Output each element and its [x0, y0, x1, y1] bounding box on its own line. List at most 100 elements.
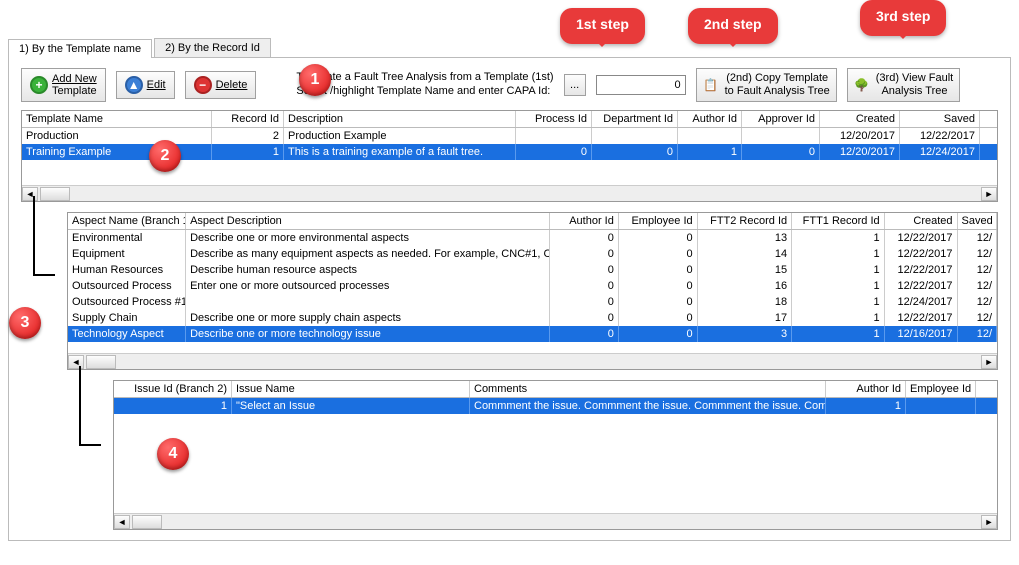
column-header[interactable]: Description: [284, 111, 516, 127]
table-cell: 0: [742, 144, 820, 160]
tab-by-record-id[interactable]: 2) By the Record Id: [154, 38, 271, 57]
table-cell: 12/22/2017: [885, 310, 958, 326]
table-cell: 1: [792, 230, 885, 246]
column-header[interactable]: Approver Id: [742, 111, 820, 127]
column-header[interactable]: Author Id: [678, 111, 742, 127]
table-cell: Environmental: [68, 230, 186, 246]
tree-connector-v1: [33, 196, 35, 276]
table-cell: 0: [550, 326, 619, 342]
table-cell: 12/22/2017: [885, 278, 958, 294]
table-row[interactable]: Outsourced ProcessEnter one or more outs…: [68, 278, 997, 294]
issues-grid[interactable]: Issue Id (Branch 2)Issue NameCommentsAut…: [113, 380, 998, 530]
table-cell: 1: [212, 144, 284, 160]
table-cell: 1: [826, 398, 906, 414]
view-fault-tree-button[interactable]: 🌳 (3rd) View Fault Analysis Tree: [847, 68, 960, 102]
table-cell: [678, 128, 742, 144]
table-row[interactable]: Supply ChainDescribe one or more supply …: [68, 310, 997, 326]
table-row[interactable]: EquipmentDescribe as many equipment aspe…: [68, 246, 997, 262]
edit-button-label: Edit: [147, 79, 166, 91]
table-cell: 1: [792, 294, 885, 310]
table-cell: 1: [792, 262, 885, 278]
tree-connector-v2: [79, 366, 81, 446]
table-cell: [906, 398, 976, 414]
table-cell: 0: [550, 294, 619, 310]
table-cell: 17: [698, 310, 793, 326]
column-header[interactable]: Created: [885, 213, 958, 229]
table-cell: Describe as many equipment aspects as ne…: [186, 246, 550, 262]
callout-step-3: 3rd step: [860, 0, 946, 36]
table-row[interactable]: EnvironmentalDescribe one or more enviro…: [68, 230, 997, 246]
add-new-template-button[interactable]: + Add New Template: [21, 68, 106, 102]
table-cell: 1: [792, 326, 885, 342]
delete-button-label: Delete: [216, 79, 248, 91]
table-cell: Commment the issue. Commment the issue. …: [470, 398, 826, 414]
browse-capa-button[interactable]: ...: [564, 74, 586, 96]
tree-connector-h1: [33, 274, 55, 276]
table-cell: 12/20/2017: [820, 128, 900, 144]
table-cell: [186, 294, 550, 310]
column-header[interactable]: Department Id: [592, 111, 678, 127]
column-header[interactable]: Issue Id (Branch 2): [114, 381, 232, 397]
column-header[interactable]: Record Id: [212, 111, 284, 127]
tree-icon: 🌳: [854, 77, 870, 93]
table-cell: 1: [792, 246, 885, 262]
delete-button[interactable]: − Delete: [185, 71, 257, 99]
table-cell: Enter one or more outsourced processes: [186, 278, 550, 294]
table-cell: This is a training example of a fault tr…: [284, 144, 516, 160]
table-cell: 0: [550, 278, 619, 294]
column-header[interactable]: Aspect Name (Branch 1): [68, 213, 186, 229]
table-cell: Describe one or more supply chain aspect…: [186, 310, 550, 326]
column-header[interactable]: FTT2 Record Id: [698, 213, 793, 229]
table-cell: Describe one or more environmental aspec…: [186, 230, 550, 246]
column-header[interactable]: Template Name: [22, 111, 212, 127]
table-cell: 1: [678, 144, 742, 160]
tab-by-template-name[interactable]: 1) By the Template name: [8, 39, 152, 58]
column-header[interactable]: Created: [820, 111, 900, 127]
aspects-grid[interactable]: Aspect Name (Branch 1)Aspect Description…: [67, 212, 998, 370]
column-header[interactable]: FTT1 Record Id: [792, 213, 885, 229]
table-cell: 16: [698, 278, 793, 294]
table-cell: 12/: [958, 262, 997, 278]
column-header[interactable]: Employee Id: [906, 381, 976, 397]
capa-id-input[interactable]: [596, 75, 686, 95]
column-header[interactable]: Comments: [470, 381, 826, 397]
grid3-hscroll[interactable]: ◄►: [114, 513, 997, 529]
table-row[interactable]: Outsourced Process #100018112/24/201712/: [68, 294, 997, 310]
grid1-hscroll[interactable]: ◄►: [22, 185, 997, 201]
table-cell: 0: [619, 278, 698, 294]
table-cell: 0: [516, 144, 592, 160]
copy-icon: 📋: [703, 77, 719, 93]
edit-button[interactable]: ▲ Edit: [116, 71, 175, 99]
delete-icon: −: [194, 76, 212, 94]
instruction-text: To create a Fault Tree Analysis from a T…: [296, 71, 553, 99]
table-cell: Outsourced Process: [68, 278, 186, 294]
table-cell: Technology Aspect: [68, 326, 186, 342]
plus-icon: +: [30, 76, 48, 94]
table-cell: Production Example: [284, 128, 516, 144]
table-cell: Human Resources: [68, 262, 186, 278]
copy-template-button[interactable]: 📋 (2nd) Copy Template to Fault Analysis …: [696, 68, 837, 102]
table-cell: 0: [550, 310, 619, 326]
column-header[interactable]: Saved: [958, 213, 997, 229]
column-header[interactable]: Aspect Description: [186, 213, 550, 229]
copy-button-label: (2nd) Copy Template to Fault Analysis Tr…: [725, 72, 830, 98]
column-header[interactable]: Issue Name: [232, 381, 470, 397]
view-button-label: (3rd) View Fault Analysis Tree: [876, 72, 953, 98]
column-header[interactable]: Process Id: [516, 111, 592, 127]
callout-number-1: 1: [299, 64, 331, 96]
column-header[interactable]: Author Id: [826, 381, 906, 397]
table-cell: 0: [619, 310, 698, 326]
table-cell: 2: [212, 128, 284, 144]
table-row[interactable]: 1"Select an IssueCommment the issue. Com…: [114, 398, 997, 414]
table-row[interactable]: Human ResourcesDescribe human resource a…: [68, 262, 997, 278]
callout-step-2: 2nd step: [688, 8, 778, 44]
column-header[interactable]: Author Id: [550, 213, 619, 229]
table-cell: Equipment: [68, 246, 186, 262]
column-header[interactable]: Saved: [900, 111, 980, 127]
grid2-hscroll[interactable]: ◄►: [68, 353, 997, 369]
table-cell: 14: [698, 246, 793, 262]
table-cell: 12/24/2017: [885, 294, 958, 310]
table-cell: 12/: [958, 278, 997, 294]
column-header[interactable]: Employee Id: [619, 213, 698, 229]
table-row[interactable]: Technology AspectDescribe one or more te…: [68, 326, 997, 342]
